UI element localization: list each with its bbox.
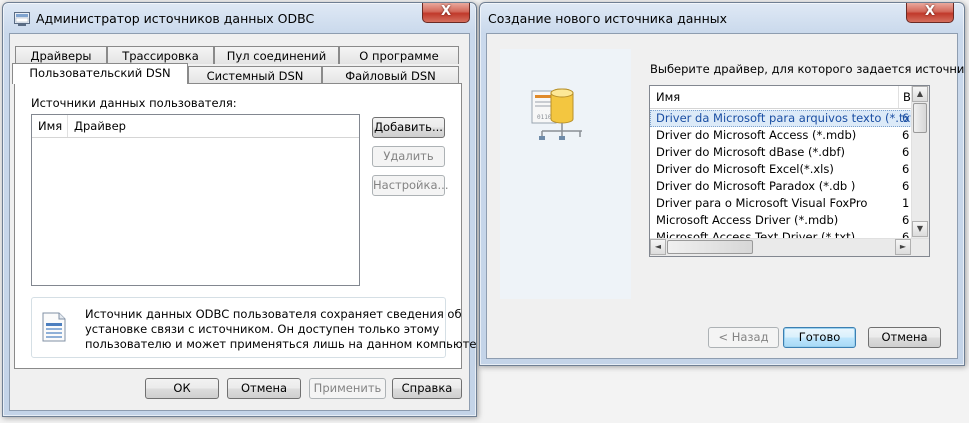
driver-version: 6: [902, 179, 910, 193]
close-button[interactable]: X: [422, 3, 470, 23]
tab-system-dsn[interactable]: Системный DSN: [188, 66, 322, 84]
configure-button[interactable]: Настройка...: [372, 175, 449, 196]
scroll-down-icon[interactable]: ▼: [912, 221, 928, 237]
scroll-left-icon[interactable]: ◄: [650, 239, 666, 255]
tab-about[interactable]: О программе: [339, 46, 459, 64]
wizard-titlebar[interactable]: Создание нового источника данных X: [480, 3, 964, 33]
column-header-name[interactable]: Имя: [32, 115, 68, 137]
info-box: Источник данных ODBC пользователя сохран…: [31, 297, 476, 358]
odbc-client-area: Драйверы Трассировка Пул соединений О пр…: [9, 33, 476, 411]
close-icon: X: [924, 4, 936, 19]
driver-rows: Driver da Microsoft para arquivos texto …: [650, 110, 912, 238]
odbc-app-icon: [14, 12, 30, 26]
sources-label: Источники данных пользователя:: [31, 96, 237, 110]
window-title: Администратор источников данных ODBC: [36, 11, 315, 26]
column-header-name[interactable]: Имя: [650, 86, 899, 108]
driver-name: Microsoft Access Driver (*.mdb): [656, 213, 839, 227]
wizard-side-panel: 0110: [500, 49, 631, 299]
svg-text:0110: 0110: [537, 114, 552, 121]
driver-version: 6: [902, 213, 910, 227]
create-data-source-window: Создание нового источника данных X 0110 …: [479, 2, 965, 366]
driver-name: Driver do Microsoft Paradox (*.db ): [656, 179, 856, 193]
tab-tracing[interactable]: Трассировка: [107, 46, 214, 64]
vertical-scrollbar[interactable]: ▲ ▼: [911, 86, 929, 238]
driver-version: 6: [902, 162, 910, 176]
data-source-icon: [42, 312, 66, 342]
driver-version: 6: [902, 145, 910, 159]
tab-label: Трассировка: [122, 49, 199, 63]
cancel-button[interactable]: Отмена: [227, 378, 301, 399]
close-button[interactable]: X: [906, 3, 954, 23]
driver-name: Driver para o Microsoft Visual FoxPro: [656, 196, 868, 210]
back-button[interactable]: < Назад: [708, 327, 779, 348]
driver-version: 1: [902, 196, 910, 210]
scroll-up-icon[interactable]: ▲: [912, 86, 928, 102]
driver-name: Microsoft Access Text Driver (*.txt): [656, 230, 856, 238]
apply-button[interactable]: Применить: [309, 378, 386, 399]
list-item[interactable]: Driver do Microsoft dBase (*.dbf) 6: [650, 144, 912, 161]
driver-version: 6: [902, 111, 910, 125]
scrollbar-thumb[interactable]: [667, 240, 753, 254]
list-header: Имя В: [650, 86, 912, 109]
odbc-admin-window: Администратор источников данных ODBC X Д…: [2, 2, 477, 417]
list-item[interactable]: Driver do Microsoft Excel(*.xls) 6: [650, 161, 912, 178]
close-icon: X: [440, 4, 452, 19]
info-text-line-3: пользователю и может применяться лишь на…: [85, 337, 477, 351]
finish-button[interactable]: Готово: [783, 327, 856, 348]
list-item[interactable]: Microsoft Access Text Driver (*.txt) 6: [650, 229, 912, 238]
list-item[interactable]: Driver do Microsoft Paradox (*.db ) 6: [650, 178, 912, 195]
tab-user-dsn[interactable]: Пользовательский DSN: [12, 63, 188, 84]
tab-label: Пользовательский DSN: [29, 66, 171, 80]
add-button[interactable]: Добавить...: [372, 117, 445, 138]
horizontal-scrollbar[interactable]: ◄ ►: [650, 238, 929, 256]
tab-label: Системный DSN: [206, 69, 304, 83]
list-item[interactable]: Driver para o Microsoft Visual FoxPro 1: [650, 195, 912, 212]
ok-button[interactable]: ОК: [145, 378, 219, 399]
database-wizard-icon: 0110: [531, 88, 582, 140]
tab-label: Пул соединений: [226, 49, 327, 63]
list-item[interactable]: Driver do Microsoft Access (*.mdb) 6: [650, 127, 912, 144]
driver-name: Driver do Microsoft Access (*.mdb): [656, 128, 857, 142]
scroll-right-icon[interactable]: ►: [895, 239, 911, 255]
window-title: Создание нового источника данных: [488, 11, 728, 26]
driver-version: 6: [902, 230, 910, 238]
list-header: Имя Драйвер: [32, 115, 359, 138]
driver-name: Driver da Microsoft para arquivos texto …: [656, 111, 912, 125]
info-text-line-1: Источник данных ODBC пользователя сохран…: [85, 307, 462, 321]
cancel-button[interactable]: Отмена: [868, 327, 941, 348]
list-item[interactable]: Driver da Microsoft para arquivos texto …: [650, 110, 912, 127]
user-sources-list[interactable]: Имя Драйвер: [31, 114, 360, 286]
driver-list[interactable]: Имя В Driver da Microsoft para arquivos …: [649, 85, 930, 257]
column-header-driver[interactable]: Драйвер: [68, 115, 359, 137]
driver-name: Driver do Microsoft Excel(*.xls): [656, 162, 834, 176]
tab-label: Файловый DSN: [345, 69, 436, 83]
user-dsn-panel: Источники данных пользователя: Имя Драйв…: [14, 83, 476, 369]
driver-version: 6: [902, 128, 910, 142]
help-button[interactable]: Справка: [392, 378, 462, 399]
tab-drivers[interactable]: Драйверы: [15, 46, 107, 64]
tab-label: О программе: [359, 49, 439, 63]
tab-file-dsn[interactable]: Файловый DSN: [322, 66, 459, 84]
odbc-titlebar[interactable]: Администратор источников данных ODBC X: [3, 3, 476, 33]
wizard-client-area: 0110 Выберите драйвер, для которого зада…: [486, 33, 964, 359]
tab-label: Драйверы: [30, 49, 92, 63]
driver-prompt: Выберите драйвер, для которого задается …: [650, 62, 965, 76]
driver-name: Driver do Microsoft dBase (*.dbf): [656, 145, 846, 159]
tab-connection-pool[interactable]: Пул соединений: [214, 46, 339, 64]
list-item[interactable]: Microsoft Access Driver (*.mdb) 6: [650, 212, 912, 229]
info-text-line-2: установке связи с источником. Он доступе…: [85, 322, 440, 336]
scrollbar-thumb[interactable]: [913, 103, 927, 133]
remove-button[interactable]: Удалить: [372, 146, 445, 167]
